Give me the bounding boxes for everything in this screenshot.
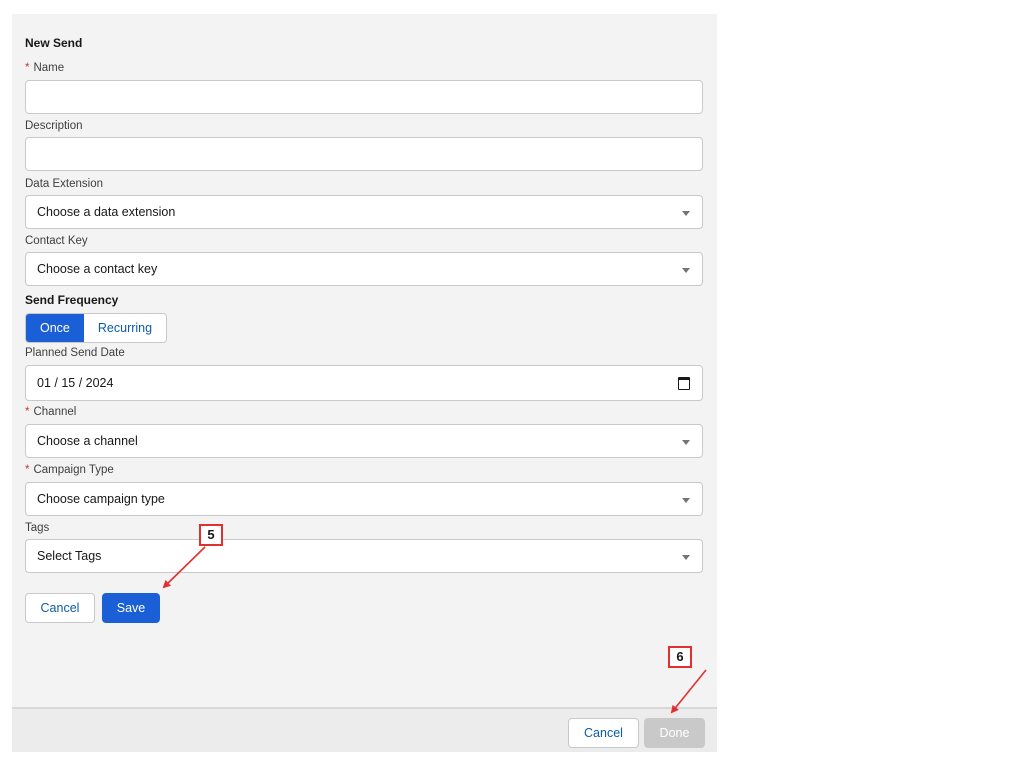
chevron-down-icon bbox=[682, 440, 690, 445]
chevron-down-icon bbox=[682, 211, 690, 216]
tags-label: Tags bbox=[25, 522, 50, 534]
frequency-once-option[interactable]: Once bbox=[26, 314, 84, 342]
send-frequency-toggle: Once Recurring bbox=[25, 313, 168, 343]
chevron-down-icon bbox=[682, 498, 690, 503]
chevron-down-icon bbox=[682, 555, 690, 560]
done-button[interactable]: Done bbox=[644, 718, 705, 748]
required-marker: * bbox=[25, 62, 30, 74]
frequency-recurring-option[interactable]: Recurring bbox=[83, 314, 167, 342]
step-6-annotation: 6 bbox=[668, 646, 692, 668]
step-5-annotation: 5 bbox=[199, 524, 223, 546]
form-cancel-button[interactable]: Cancel bbox=[25, 593, 95, 623]
planned-send-date-label: Planned Send Date bbox=[25, 347, 125, 359]
send-frequency-label: Send Frequency bbox=[25, 293, 119, 307]
channel-label: * Channel bbox=[25, 406, 77, 418]
contact-key-select[interactable]: Choose a contact key bbox=[25, 252, 703, 286]
name-label: * Name bbox=[25, 62, 65, 74]
channel-select[interactable]: Choose a channel bbox=[25, 424, 703, 458]
form-title: New Send bbox=[25, 36, 83, 50]
modal-footer: Cancel Done bbox=[12, 707, 717, 752]
required-marker: * bbox=[25, 406, 30, 418]
tags-select[interactable]: Select Tags bbox=[25, 539, 703, 573]
save-button[interactable]: Save bbox=[102, 593, 160, 623]
campaign-type-select[interactable]: Choose campaign type bbox=[25, 482, 703, 516]
new-send-panel: New Send * Name Description Data Extensio… bbox=[12, 14, 717, 752]
required-marker: * bbox=[25, 464, 30, 476]
calendar-icon[interactable] bbox=[678, 377, 690, 390]
planned-send-date-input[interactable]: 01 / 15 / 2024 bbox=[25, 365, 703, 401]
description-field[interactable] bbox=[25, 137, 703, 171]
contact-key-label: Contact Key bbox=[25, 235, 88, 247]
data-extension-label: Data Extension bbox=[25, 178, 103, 190]
description-label: Description bbox=[25, 120, 83, 132]
chevron-down-icon bbox=[682, 268, 690, 273]
campaign-type-label: * Campaign Type bbox=[25, 464, 114, 476]
data-extension-select[interactable]: Choose a data extension bbox=[25, 195, 703, 229]
name-field[interactable] bbox=[25, 80, 703, 114]
footer-cancel-button[interactable]: Cancel bbox=[568, 718, 639, 748]
